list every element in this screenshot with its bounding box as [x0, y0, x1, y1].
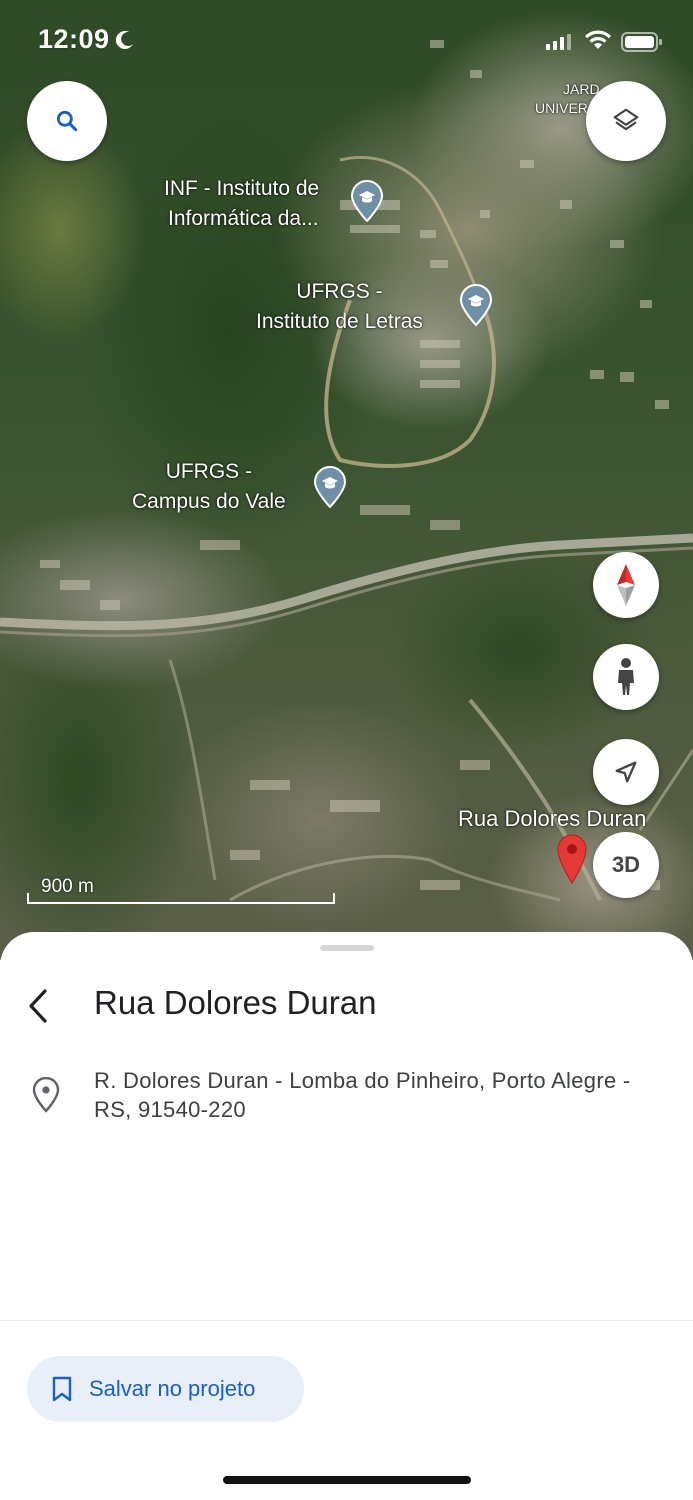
- search-icon: [56, 110, 78, 132]
- search-button[interactable]: [27, 81, 107, 161]
- school-pin-icon[interactable]: [350, 180, 384, 222]
- divider: [0, 1320, 693, 1321]
- moon-icon: [115, 31, 133, 50]
- selected-location-pin-icon[interactable]: [556, 834, 588, 884]
- battery-icon: [621, 32, 662, 52]
- wifi-icon: [585, 30, 611, 49]
- sheet-grabber[interactable]: [320, 945, 374, 951]
- navigation-arrow-icon: [615, 761, 637, 783]
- place-address[interactable]: R. Dolores Duran - Lomba do Pinheiro, Po…: [94, 1066, 634, 1124]
- street-view-button[interactable]: [593, 644, 659, 710]
- back-button[interactable]: [18, 984, 58, 1028]
- layers-icon: [613, 108, 639, 131]
- save-to-project-label: Salvar no projeto: [89, 1376, 256, 1401]
- selected-place-map-label: Rua Dolores Duran: [458, 806, 647, 831]
- home-indicator[interactable]: [223, 1476, 471, 1484]
- cellular-signal-icon: [546, 34, 571, 50]
- compass-icon: [617, 564, 635, 606]
- map-view[interactable]: 12:09 JARD UNIVER INF - Instituto de Inf…: [0, 0, 693, 960]
- school-pin-icon[interactable]: [313, 466, 347, 508]
- compass-button[interactable]: [593, 552, 659, 618]
- poi-label-campus-vale[interactable]: UFRGS - Campus do Vale: [132, 457, 286, 517]
- place-details-sheet: Rua Dolores Duran R. Dolores Duran - Lom…: [0, 932, 693, 1500]
- 3d-toggle-label: 3D: [611, 852, 641, 877]
- layers-button[interactable]: [586, 81, 666, 161]
- poi-label-inf-line2: Informática da...: [168, 207, 319, 230]
- poi-label-vale-line1: UFRGS -: [165, 460, 253, 483]
- poi-label-vale-line2: Campus do Vale: [132, 490, 286, 513]
- school-pin-icon[interactable]: [459, 284, 493, 326]
- poi-label-inf-line1: INF - Instituto de: [164, 177, 320, 200]
- poi-label-letras[interactable]: UFRGS - Instituto de Letras: [256, 277, 423, 337]
- bookmark-icon: [52, 1376, 72, 1402]
- poi-label-letras-line1: UFRGS -: [296, 280, 383, 303]
- my-location-button[interactable]: [593, 739, 659, 805]
- person-icon: [618, 658, 634, 695]
- 3d-toggle-button[interactable]: 3D: [593, 832, 659, 898]
- poi-label-letras-line2: Instituto de Letras: [256, 310, 423, 333]
- status-time: 12:09: [38, 24, 110, 54]
- place-title: Rua Dolores Duran: [94, 984, 377, 1021]
- map-label-jardim-line1: JARD: [563, 81, 600, 97]
- back-arrow-icon: [29, 989, 47, 1023]
- map-scale-bar: [27, 893, 335, 904]
- poi-label-inf[interactable]: INF - Instituto de Informática da...: [164, 174, 319, 234]
- location-pin-icon: [32, 1077, 60, 1113]
- save-to-project-button[interactable]: Salvar no projeto: [27, 1356, 304, 1422]
